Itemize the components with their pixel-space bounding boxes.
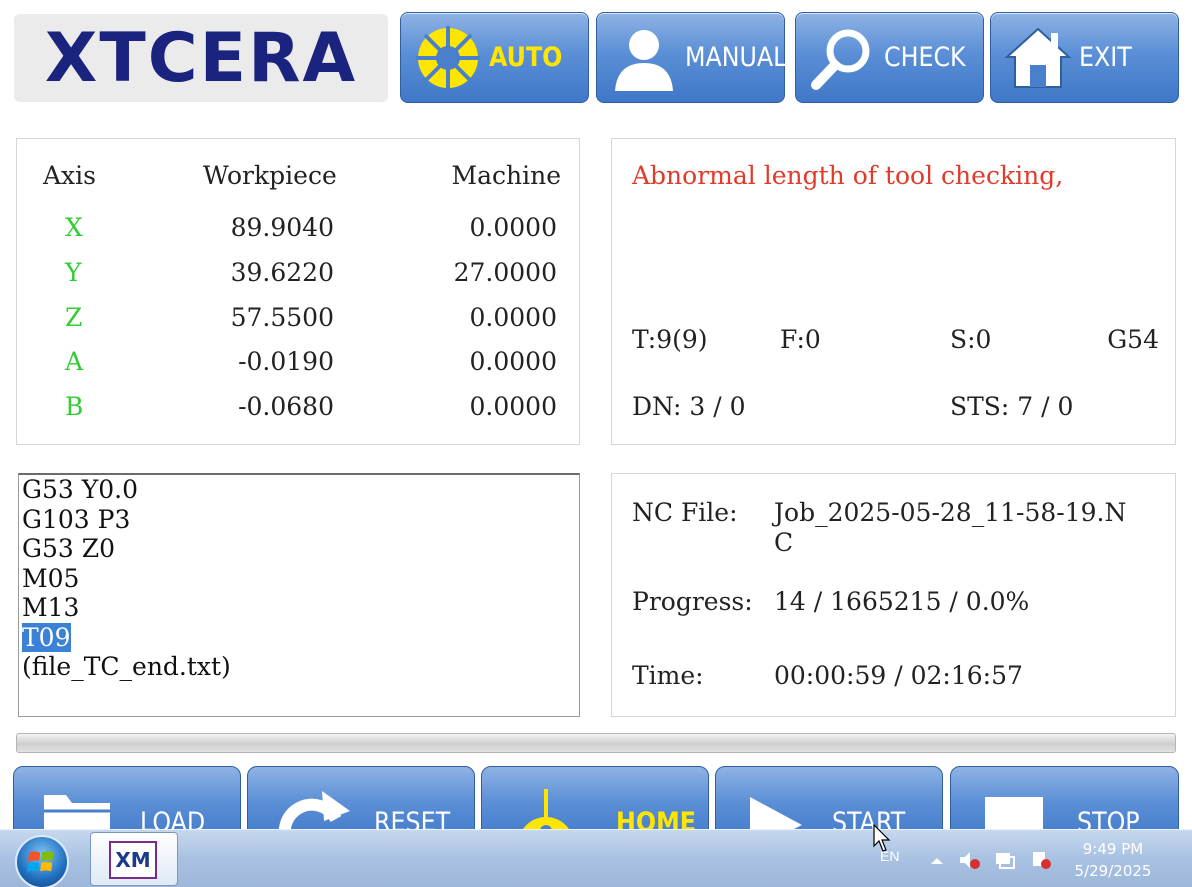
action-center-icon[interactable] bbox=[994, 850, 1016, 870]
user-icon bbox=[615, 29, 673, 91]
exit-label: EXIT bbox=[1079, 42, 1132, 73]
progress-value: 14 / 1665215 / 0.0% bbox=[774, 587, 1030, 616]
gcode-line: M05 bbox=[22, 563, 80, 593]
time-label: Time: bbox=[632, 661, 704, 690]
axis-panel: Axis Workpiece Machine X 89.9040 0.0000 … bbox=[16, 138, 580, 445]
nc-file-value: Job_2025-05-28_11-58-19.N bbox=[774, 498, 1127, 527]
app-logo: XTCERA bbox=[14, 14, 388, 102]
dn-readout: DN: 3 / 0 bbox=[632, 392, 746, 421]
magnifier-icon bbox=[811, 29, 870, 90]
gcode-current-line: T09 bbox=[22, 622, 71, 652]
gcode-line-selected: T09 bbox=[19, 622, 579, 653]
windows-logo-icon bbox=[27, 851, 55, 873]
clock-date: 5/29/2025 bbox=[1074, 862, 1152, 880]
auto-button[interactable]: AUTO bbox=[400, 12, 589, 103]
network-disconnected-icon[interactable] bbox=[1030, 850, 1052, 870]
nc-file-value-wrap: C bbox=[774, 528, 794, 557]
machine-header: Machine bbox=[451, 161, 562, 190]
manual-label: MANUAL bbox=[685, 42, 787, 73]
gcode-line: (file_TC_end.txt) bbox=[22, 652, 231, 681]
start-menu-button[interactable] bbox=[15, 835, 69, 887]
gcode-line: M13 bbox=[22, 593, 80, 622]
gcode-listing[interactable]: G53 Y0.0 G103 P3 G53 Z0 M05 M13 T09 (fil… bbox=[18, 473, 580, 717]
progress-label: Progress: bbox=[632, 587, 753, 616]
auto-label: AUTO bbox=[489, 42, 563, 73]
check-label: CHECK bbox=[884, 42, 966, 73]
job-panel: NC File: Job_2025-05-28_11-58-19.N C Pro… bbox=[611, 473, 1176, 717]
taskbar-app-xm[interactable]: XM bbox=[90, 832, 178, 886]
check-button[interactable]: CHECK bbox=[795, 12, 984, 103]
time-value: 00:00:59 / 02:16:57 bbox=[774, 661, 1023, 690]
exit-button[interactable]: EXIT bbox=[990, 12, 1179, 103]
status-message: Abnormal length of tool checking, bbox=[632, 161, 1064, 190]
xm-app-label: XM bbox=[115, 848, 151, 872]
workpiece-header: Workpiece bbox=[203, 161, 337, 190]
windows-taskbar: XM EN 9:49 PM 5/29/2025 bbox=[0, 829, 1192, 887]
logo-text: XTCERA bbox=[44, 18, 358, 98]
axis-y-workpiece: 39.6220 bbox=[230, 258, 334, 287]
spindle-readout: S:0 bbox=[950, 325, 992, 354]
axis-z-label: Z bbox=[65, 303, 83, 332]
job-progress-bar bbox=[16, 733, 1176, 753]
gear-icon bbox=[416, 25, 480, 90]
axis-a-workpiece: -0.0190 bbox=[238, 347, 334, 376]
axis-x-machine: 0.0000 bbox=[469, 213, 557, 242]
axis-z-machine: 0.0000 bbox=[469, 303, 557, 332]
axis-y-machine: 27.0000 bbox=[453, 258, 557, 287]
axis-a-label: A bbox=[65, 347, 84, 376]
xm-app-icon: XM bbox=[109, 841, 157, 879]
clock-time: 9:49 PM bbox=[1082, 840, 1144, 858]
show-hidden-icons-icon[interactable] bbox=[926, 850, 948, 870]
home-icon bbox=[1004, 27, 1072, 88]
mouse-cursor-icon bbox=[873, 824, 891, 852]
axis-a-machine: 0.0000 bbox=[469, 347, 557, 376]
axis-b-machine: 0.0000 bbox=[469, 392, 557, 421]
axis-x-label: X bbox=[65, 213, 83, 242]
gcode-line: G53 Y0.0 bbox=[22, 475, 138, 504]
status-panel: Abnormal length of tool checking, T:9(9)… bbox=[611, 138, 1176, 445]
manual-button[interactable]: MANUAL bbox=[596, 12, 787, 103]
gcode-line: G103 P3 bbox=[22, 504, 131, 534]
volume-muted-icon[interactable] bbox=[958, 850, 980, 870]
gcode-line: G53 Z0 bbox=[22, 534, 116, 563]
axis-b-label: B bbox=[65, 392, 84, 421]
axis-x-workpiece: 89.9040 bbox=[230, 213, 334, 242]
nc-file-label: NC File: bbox=[632, 498, 738, 527]
feed-readout: F:0 bbox=[780, 325, 821, 354]
tool-readout: T:9(9) bbox=[632, 325, 708, 354]
system-clock[interactable]: 9:49 PM 5/29/2025 bbox=[1068, 838, 1158, 882]
axis-y-label: Y bbox=[65, 258, 82, 287]
axis-b-workpiece: -0.0680 bbox=[238, 392, 334, 421]
axis-header: Axis bbox=[43, 161, 96, 190]
coord-system-readout: G54 bbox=[1107, 325, 1159, 354]
sts-readout: STS: 7 / 0 bbox=[950, 392, 1074, 421]
axis-z-workpiece: 57.5500 bbox=[230, 303, 334, 332]
